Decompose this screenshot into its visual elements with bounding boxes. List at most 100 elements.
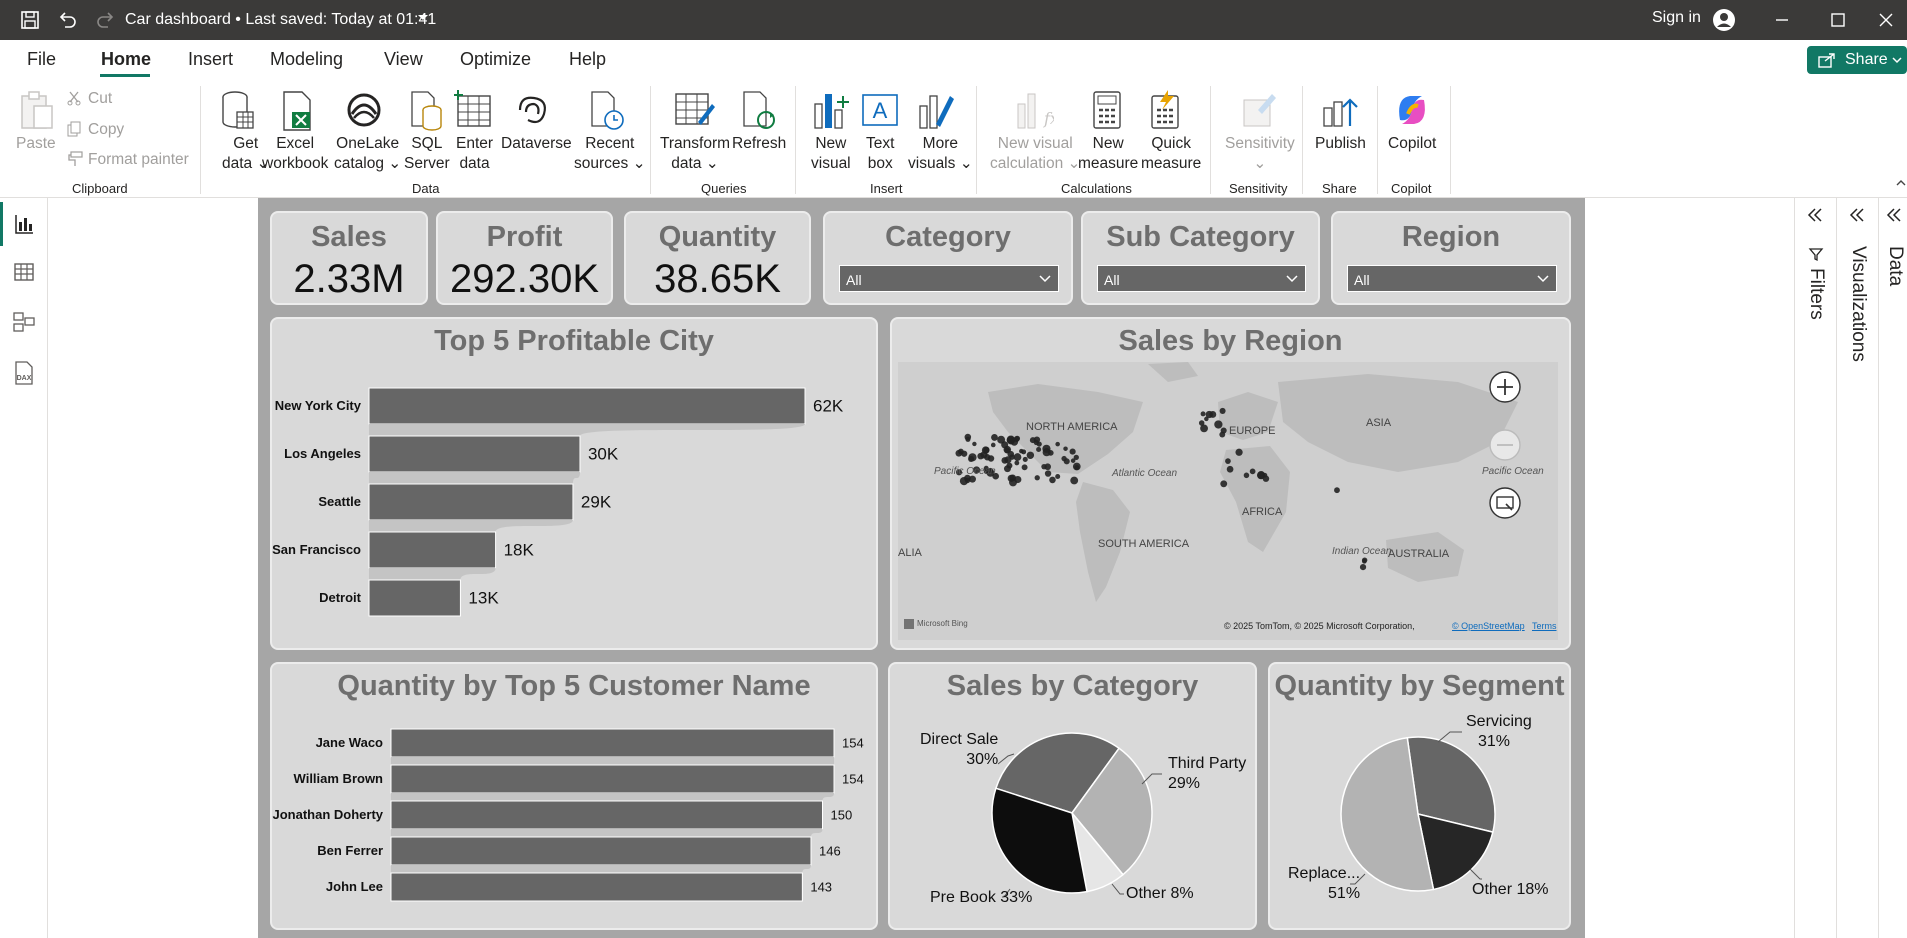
- map-sales-by-region[interactable]: Sales by Region NORTH AMERICA EUROPE ASI…: [890, 317, 1571, 650]
- category-dropdown[interactable]: All: [839, 265, 1059, 292]
- chart-quantity-by-customer[interactable]: Quantity by Top 5 Customer Name Jane Wac…: [270, 662, 878, 930]
- model-view-icon[interactable]: [12, 310, 36, 334]
- map-point[interactable]: [987, 455, 995, 462]
- map-point[interactable]: [968, 455, 975, 462]
- expand-visualizations-icon[interactable]: [1847, 206, 1867, 224]
- account-icon[interactable]: [1711, 7, 1737, 33]
- sign-in-link[interactable]: Sign in: [1652, 9, 1701, 27]
- map-point[interactable]: [1063, 458, 1070, 465]
- close-icon[interactable]: [1874, 8, 1898, 32]
- map-style-icon[interactable]: [1488, 486, 1522, 520]
- zoom-out-icon[interactable]: [1488, 428, 1522, 462]
- menu-file[interactable]: File: [27, 49, 56, 70]
- map-point[interactable]: [1007, 474, 1015, 483]
- map-point[interactable]: [1226, 465, 1234, 473]
- map-point[interactable]: [1021, 464, 1028, 471]
- more-visuals-button[interactable]: More visuals ⌄: [908, 134, 973, 174]
- bar[interactable]: [390, 764, 835, 794]
- expand-filters-icon[interactable]: [1805, 206, 1825, 224]
- kpi-card-profit[interactable]: Profit 292.30K: [436, 211, 613, 305]
- transform-data-button[interactable]: Transform data ⌄: [660, 134, 730, 174]
- bar[interactable]: [368, 531, 497, 569]
- bar[interactable]: [390, 836, 812, 866]
- quick-measure-button[interactable]: Quick measure: [1141, 134, 1201, 174]
- map-point[interactable]: [1070, 458, 1076, 463]
- menu-optimize[interactable]: Optimize: [460, 49, 531, 70]
- map-point[interactable]: [1022, 456, 1028, 462]
- cut-button[interactable]: Cut: [88, 89, 112, 109]
- new-visual-button[interactable]: New visual: [811, 134, 851, 174]
- map-point[interactable]: [1220, 480, 1228, 488]
- map-point[interactable]: [1006, 435, 1015, 444]
- map-point[interactable]: [1225, 458, 1231, 464]
- data-label[interactable]: Data: [1884, 246, 1906, 286]
- publish-button[interactable]: Publish: [1315, 134, 1366, 154]
- bar[interactable]: [390, 872, 803, 902]
- menu-help[interactable]: Help: [569, 49, 606, 70]
- map-point[interactable]: [1042, 448, 1051, 457]
- map-point[interactable]: [1361, 557, 1368, 563]
- map-point[interactable]: [1200, 411, 1206, 417]
- map-point[interactable]: [990, 442, 996, 448]
- collapse-ribbon-icon[interactable]: [1895, 178, 1907, 188]
- map-point[interactable]: [1014, 460, 1020, 466]
- recent-sources-button[interactable]: Recent sources ⌄: [574, 134, 646, 174]
- chart-quantity-by-segment[interactable]: Quantity by Segment Servicing 31% Other 1…: [1268, 662, 1571, 930]
- bar[interactable]: [368, 387, 806, 425]
- copy-button[interactable]: Copy: [88, 120, 124, 140]
- bar[interactable]: [368, 579, 461, 617]
- map-point[interactable]: [1041, 463, 1047, 470]
- map-point[interactable]: [1359, 563, 1367, 571]
- region-dropdown[interactable]: All: [1347, 265, 1557, 292]
- copilot-button[interactable]: Copilot: [1388, 134, 1436, 154]
- map-point[interactable]: [1044, 470, 1052, 477]
- bar[interactable]: [390, 728, 835, 758]
- map-point[interactable]: [961, 450, 968, 457]
- filters-label[interactable]: Filters: [1805, 268, 1827, 320]
- map-point[interactable]: [1214, 420, 1223, 429]
- enter-data-button[interactable]: Enter data: [456, 134, 493, 174]
- map-point[interactable]: [1249, 468, 1256, 475]
- sql-server-button[interactable]: SQL Server: [404, 134, 450, 174]
- menu-insert[interactable]: Insert: [188, 49, 233, 70]
- redo-icon[interactable]: [94, 8, 118, 32]
- kpi-card-sales[interactable]: Sales 2.33M: [270, 211, 428, 305]
- map-point[interactable]: [983, 446, 990, 454]
- map-point[interactable]: [1029, 437, 1036, 444]
- map-point[interactable]: [1001, 457, 1009, 464]
- sensitivity-button[interactable]: Sensitivity ⌄: [1225, 134, 1295, 174]
- map-point[interactable]: [1209, 410, 1217, 418]
- menu-view[interactable]: View: [384, 49, 423, 70]
- bar[interactable]: [368, 483, 574, 521]
- bar[interactable]: [390, 800, 823, 830]
- osm-link[interactable]: © OpenStreetMap: [1452, 621, 1525, 631]
- kpi-card-quantity[interactable]: Quantity 38.65K: [624, 211, 811, 305]
- maximize-icon[interactable]: [1826, 8, 1850, 32]
- sub-category-dropdown[interactable]: All: [1097, 265, 1306, 292]
- text-box-button[interactable]: Text box: [866, 134, 894, 174]
- map-point[interactable]: [1074, 465, 1080, 471]
- table-view-icon[interactable]: [12, 260, 36, 284]
- map-point[interactable]: [1198, 420, 1205, 426]
- terms-link[interactable]: Terms: [1532, 621, 1557, 631]
- map-point[interactable]: [1055, 441, 1060, 447]
- map-point[interactable]: [972, 441, 977, 447]
- expand-data-icon[interactable]: [1884, 206, 1904, 224]
- map-point[interactable]: [965, 436, 971, 442]
- format-painter-button[interactable]: Format painter: [88, 150, 189, 170]
- map-area[interactable]: NORTH AMERICA EUROPE ASIA Pacific Ocean …: [898, 362, 1558, 640]
- menu-modeling[interactable]: Modeling: [270, 49, 343, 70]
- paste-button[interactable]: Paste: [16, 134, 56, 154]
- map-point[interactable]: [1235, 448, 1243, 456]
- bar[interactable]: [368, 435, 581, 473]
- visualizations-label[interactable]: Visualizations: [1847, 246, 1869, 362]
- map-point[interactable]: [1049, 476, 1056, 484]
- map-point[interactable]: [1004, 447, 1011, 454]
- save-icon[interactable]: [18, 8, 42, 32]
- map-point[interactable]: [1220, 427, 1227, 434]
- document-title[interactable]: Car dashboard • Last saved: Today at 01:…: [125, 11, 436, 29]
- dax-query-view-icon[interactable]: DAX: [12, 360, 36, 386]
- map-point[interactable]: [1036, 446, 1042, 453]
- map-point[interactable]: [1019, 448, 1024, 454]
- map-point[interactable]: [1070, 476, 1079, 485]
